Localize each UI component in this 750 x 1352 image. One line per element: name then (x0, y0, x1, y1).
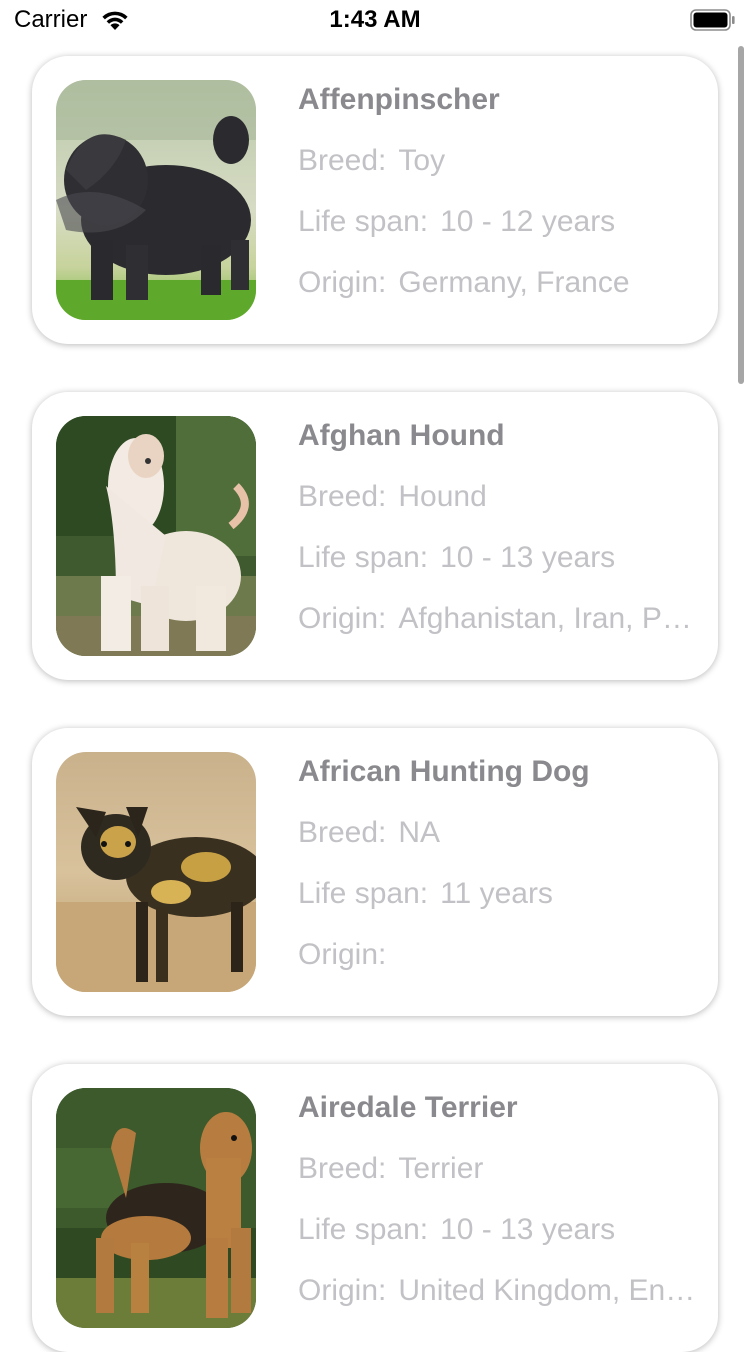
dog-card-airedale-terrier[interactable]: Airedale Terrier Breed: Terrier Life span… (32, 1064, 718, 1352)
life-span-label: Life span: (298, 205, 429, 238)
origin-field: Origin: Germany, France (298, 263, 702, 303)
dog-photo-afghan-hound (56, 416, 256, 656)
breed-value: Hound (398, 480, 487, 513)
breed-field: Breed: NA (298, 813, 702, 853)
dog-info: Affenpinscher Breed: Toy Life span: 10 - 1… (298, 80, 702, 303)
breed-label: Breed: (298, 480, 387, 513)
dog-photo-african-hunting-dog (56, 752, 256, 992)
life-span-label: Life span: (298, 541, 429, 574)
origin-field: Origin: United Kingdom, England (298, 1271, 702, 1311)
origin-field: Origin: Afghanistan, Iran, Pakistan (298, 599, 702, 639)
life-span-value: 10 - 13 years (440, 541, 616, 574)
dog-name: Afghan Hound (298, 419, 505, 452)
life-span-label: Life span: (298, 1213, 429, 1246)
dog-card-african-hunting-dog[interactable]: African Hunting Dog Breed: NA Life span: 1… (32, 728, 718, 1016)
breed-value: NA (398, 816, 441, 849)
breed-field: Breed: Terrier (298, 1149, 702, 1189)
life-span-field: Life span: 10 - 13 years (298, 538, 702, 578)
breed-label: Breed: (298, 1152, 387, 1185)
dog-card-afghan-hound[interactable]: Afghan Hound Breed: Hound Life span: 10 - … (32, 392, 718, 680)
origin-value: Germany, France (398, 266, 630, 299)
dog-photo-affenpinscher (56, 80, 256, 320)
life-span-value: 10 - 12 years (440, 205, 616, 238)
breed-label: Breed: (298, 144, 387, 177)
breed-value: Terrier (398, 1152, 484, 1185)
origin-label: Origin: (298, 266, 387, 299)
breed-field: Breed: Hound (298, 477, 702, 517)
breed-value: Toy (398, 144, 446, 177)
dog-list[interactable]: Affenpinscher Breed: Toy Life span: 10 - 1… (0, 0, 750, 1352)
scroll-indicator[interactable] (738, 46, 744, 384)
dog-name: African Hunting Dog (298, 755, 590, 788)
breed-field: Breed: Toy (298, 141, 702, 181)
dog-info: African Hunting Dog Breed: NA Life span: 1… (298, 752, 702, 975)
life-span-field: Life span: 11 years (298, 874, 702, 914)
dog-name: Airedale Terrier (298, 1091, 518, 1124)
dog-photo-airedale-terrier (56, 1088, 256, 1328)
life-span-label: Life span: (298, 877, 429, 910)
life-span-value: 11 years (440, 877, 553, 910)
dog-name: Affenpinscher (298, 83, 500, 116)
dog-info: Afghan Hound Breed: Hound Life span: 10 - … (298, 416, 702, 639)
life-span-field: Life span: 10 - 12 years (298, 202, 702, 242)
origin-field: Origin: (298, 935, 702, 975)
dog-card-affenpinscher[interactable]: Affenpinscher Breed: Toy Life span: 10 - 1… (32, 56, 718, 344)
life-span-field: Life span: 10 - 13 years (298, 1210, 702, 1250)
life-span-value: 10 - 13 years (440, 1213, 616, 1246)
origin-value: United Kingdom, England (398, 1274, 702, 1307)
dog-info: Airedale Terrier Breed: Terrier Life span… (298, 1088, 702, 1311)
origin-label: Origin: (298, 602, 387, 635)
origin-label: Origin: (298, 938, 387, 971)
origin-value: Afghanistan, Iran, Pakistan (398, 602, 702, 635)
origin-label: Origin: (298, 1274, 387, 1307)
breed-label: Breed: (298, 816, 387, 849)
